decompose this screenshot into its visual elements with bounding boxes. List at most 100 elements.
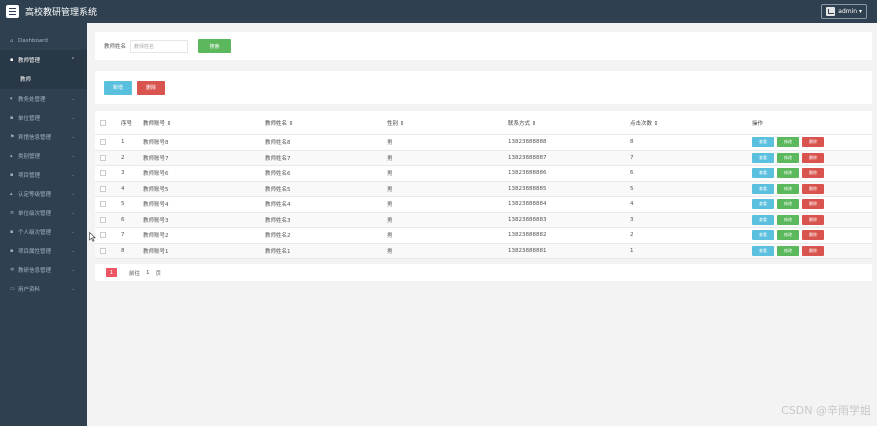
edit-button[interactable]: 修改 xyxy=(777,199,799,210)
edit-button[interactable]: 修改 xyxy=(777,168,799,179)
sidebar-item-project-attr[interactable]: ▪ 项目属性管理 ⌄ xyxy=(0,241,87,260)
cell-index: 8 xyxy=(121,247,125,254)
view-button[interactable]: 查看 xyxy=(752,245,774,256)
edit-button[interactable]: 修改 xyxy=(777,230,799,241)
cell-clicks: 3 xyxy=(630,216,634,223)
cell-index: 2 xyxy=(121,154,125,161)
grid-icon: ▪ xyxy=(10,56,14,63)
sidebar-item-research-info[interactable]: ✲ 教研信息管理 ⌄ xyxy=(0,260,87,279)
cell-account: 教师账号3 xyxy=(143,217,169,224)
col-header-gender[interactable]: 性别 ⇕ xyxy=(387,119,404,127)
cell-clicks: 2 xyxy=(630,232,634,239)
menu-toggle-icon[interactable] xyxy=(6,5,19,18)
table-row: 7 教师账号2 教师姓名2 男 13823888882 2 查看 修改 删除 xyxy=(95,228,872,244)
action-panel: 新增 删除 xyxy=(95,71,872,104)
cell-phone: 13823888888 xyxy=(508,139,547,146)
cell-gender: 男 xyxy=(387,171,393,178)
cell-index: 7 xyxy=(121,232,125,239)
cell-name: 教师姓名1 xyxy=(265,248,291,255)
cell-name: 教师姓名8 xyxy=(265,140,291,147)
cell-phone: 13823888882 xyxy=(508,232,547,239)
row-delete-button[interactable]: 删除 xyxy=(802,183,824,194)
add-button[interactable]: 新增 xyxy=(104,80,132,95)
chevron-up-icon: ⌃ xyxy=(70,56,75,63)
delete-button[interactable]: 删除 xyxy=(137,80,165,95)
row-actions: 查看 修改 删除 xyxy=(752,245,824,256)
table-row: 4 教师账号5 教师姓名5 男 13823888885 5 查看 修改 删除 xyxy=(95,181,872,197)
cell-index: 4 xyxy=(121,185,125,192)
view-button[interactable]: 查看 xyxy=(752,199,774,210)
row-delete-button[interactable]: 删除 xyxy=(802,214,824,225)
row-checkbox[interactable] xyxy=(100,170,106,177)
sidebar-subitem-teacher[interactable]: 教师 xyxy=(0,69,87,89)
cell-index: 3 xyxy=(121,170,125,177)
sidebar-item-unit-rank[interactable]: ≡ 单位级次管理 ⌄ xyxy=(0,203,87,222)
search-input[interactable]: 教师姓名 xyxy=(130,39,189,53)
row-delete-button[interactable]: 删除 xyxy=(802,199,824,210)
cell-clicks: 4 xyxy=(630,201,634,208)
row-checkbox[interactable] xyxy=(100,185,106,192)
view-button[interactable]: 查看 xyxy=(752,230,774,241)
edit-button[interactable]: 修改 xyxy=(777,137,799,148)
row-checkbox[interactable] xyxy=(100,139,106,146)
sidebar-item-teacher-mgmt[interactable]: ▪ 教师管理 ⌃ xyxy=(0,50,87,69)
search-label: 教师姓名 xyxy=(104,44,127,50)
row-checkbox[interactable] xyxy=(100,201,106,208)
goto-page-input[interactable]: 1 xyxy=(146,270,150,276)
table-row: 5 教师账号4 教师姓名4 男 13823888884 4 查看 修改 删除 xyxy=(95,197,872,213)
search-button[interactable]: 搜索 xyxy=(198,39,232,53)
view-button[interactable]: 查看 xyxy=(752,137,774,148)
edit-button[interactable]: 修改 xyxy=(777,152,799,163)
row-actions: 查看 修改 删除 xyxy=(752,152,824,163)
col-header-name[interactable]: 教师姓名 ⇕ xyxy=(265,119,293,127)
sidebar: ⌂ Dashboard ▪ 教师管理 ⌃ 教师 ▾ 教务处管理 ⌄ ▪ 单位管理 ⌄ ⚑ 宾馆信… xyxy=(0,23,87,426)
col-header-account[interactable]: 教师账号 ⇕ xyxy=(143,119,171,127)
row-delete-button[interactable]: 删除 xyxy=(802,168,824,179)
table-row: 6 教师账号3 教师姓名3 男 13823888883 3 查看 修改 删除 xyxy=(95,212,872,228)
row-delete-button[interactable]: 删除 xyxy=(802,245,824,256)
cell-account: 教师账号2 xyxy=(143,233,169,240)
row-checkbox[interactable] xyxy=(100,216,106,223)
view-button[interactable]: 查看 xyxy=(752,152,774,163)
sidebar-item-hotel[interactable]: ⚑ 宾馆信息管理 ⌄ xyxy=(0,127,87,146)
sidebar-item-dashboard[interactable]: ⌂ Dashboard xyxy=(0,31,87,50)
page-number-button[interactable]: 1 xyxy=(106,268,117,277)
user-menu[interactable]: admin ▾ xyxy=(821,4,867,19)
col-header-clicks[interactable]: 点击次数 ⇕ xyxy=(630,119,658,127)
cell-gender: 男 xyxy=(387,202,393,209)
sidebar-item-unit[interactable]: ▪ 单位管理 ⌄ xyxy=(0,108,87,127)
cell-gender: 男 xyxy=(387,248,393,255)
sidebar-item-personal-rank[interactable]: ▪ 个人级次管理 ⌄ xyxy=(0,222,87,241)
col-header-phone[interactable]: 联系方式 ⇕ xyxy=(508,119,536,127)
row-delete-button[interactable]: 删除 xyxy=(802,137,824,148)
view-button[interactable]: 查看 xyxy=(752,168,774,179)
cell-clicks: 1 xyxy=(630,247,634,254)
table-row: 8 教师账号1 教师姓名1 男 13823888881 1 查看 修改 删除 xyxy=(95,243,872,259)
row-checkbox[interactable] xyxy=(100,247,106,254)
cell-clicks: 7 xyxy=(630,154,634,161)
row-checkbox[interactable] xyxy=(100,232,106,239)
row-actions: 查看 修改 删除 xyxy=(752,168,824,179)
sidebar-item-academic-office[interactable]: ▾ 教务处管理 ⌄ xyxy=(0,89,87,108)
select-all-checkbox[interactable] xyxy=(100,119,106,126)
view-button[interactable]: 查看 xyxy=(752,214,774,225)
row-delete-button[interactable]: 删除 xyxy=(802,152,824,163)
col-header-index: 序号 xyxy=(121,120,133,127)
search-panel: 教师姓名 教师姓名 搜索 xyxy=(95,32,872,60)
sidebar-item-project[interactable]: ▪ 项目管理 ⌄ xyxy=(0,165,87,184)
row-checkbox[interactable] xyxy=(100,154,106,161)
view-button[interactable]: 查看 xyxy=(752,183,774,194)
edit-button[interactable]: 修改 xyxy=(777,245,799,256)
edit-button[interactable]: 修改 xyxy=(777,214,799,225)
edit-button[interactable]: 修改 xyxy=(777,183,799,194)
cell-name: 教师姓名4 xyxy=(265,202,291,209)
row-delete-button[interactable]: 删除 xyxy=(802,230,824,241)
sidebar-item-level[interactable]: ▴ 认定等级管理 ⌄ xyxy=(0,184,87,203)
cell-account: 教师账号1 xyxy=(143,248,169,255)
cell-name: 教师姓名2 xyxy=(265,233,291,240)
sidebar-item-category[interactable]: ▴ 类别管理 ⌄ xyxy=(0,146,87,165)
row-actions: 查看 修改 删除 xyxy=(752,137,824,148)
cell-account: 教师账号5 xyxy=(143,186,169,193)
row-actions: 查看 修改 删除 xyxy=(752,199,824,210)
sidebar-item-profile[interactable]: ▭ 用户资料 ⌄ xyxy=(0,279,87,298)
